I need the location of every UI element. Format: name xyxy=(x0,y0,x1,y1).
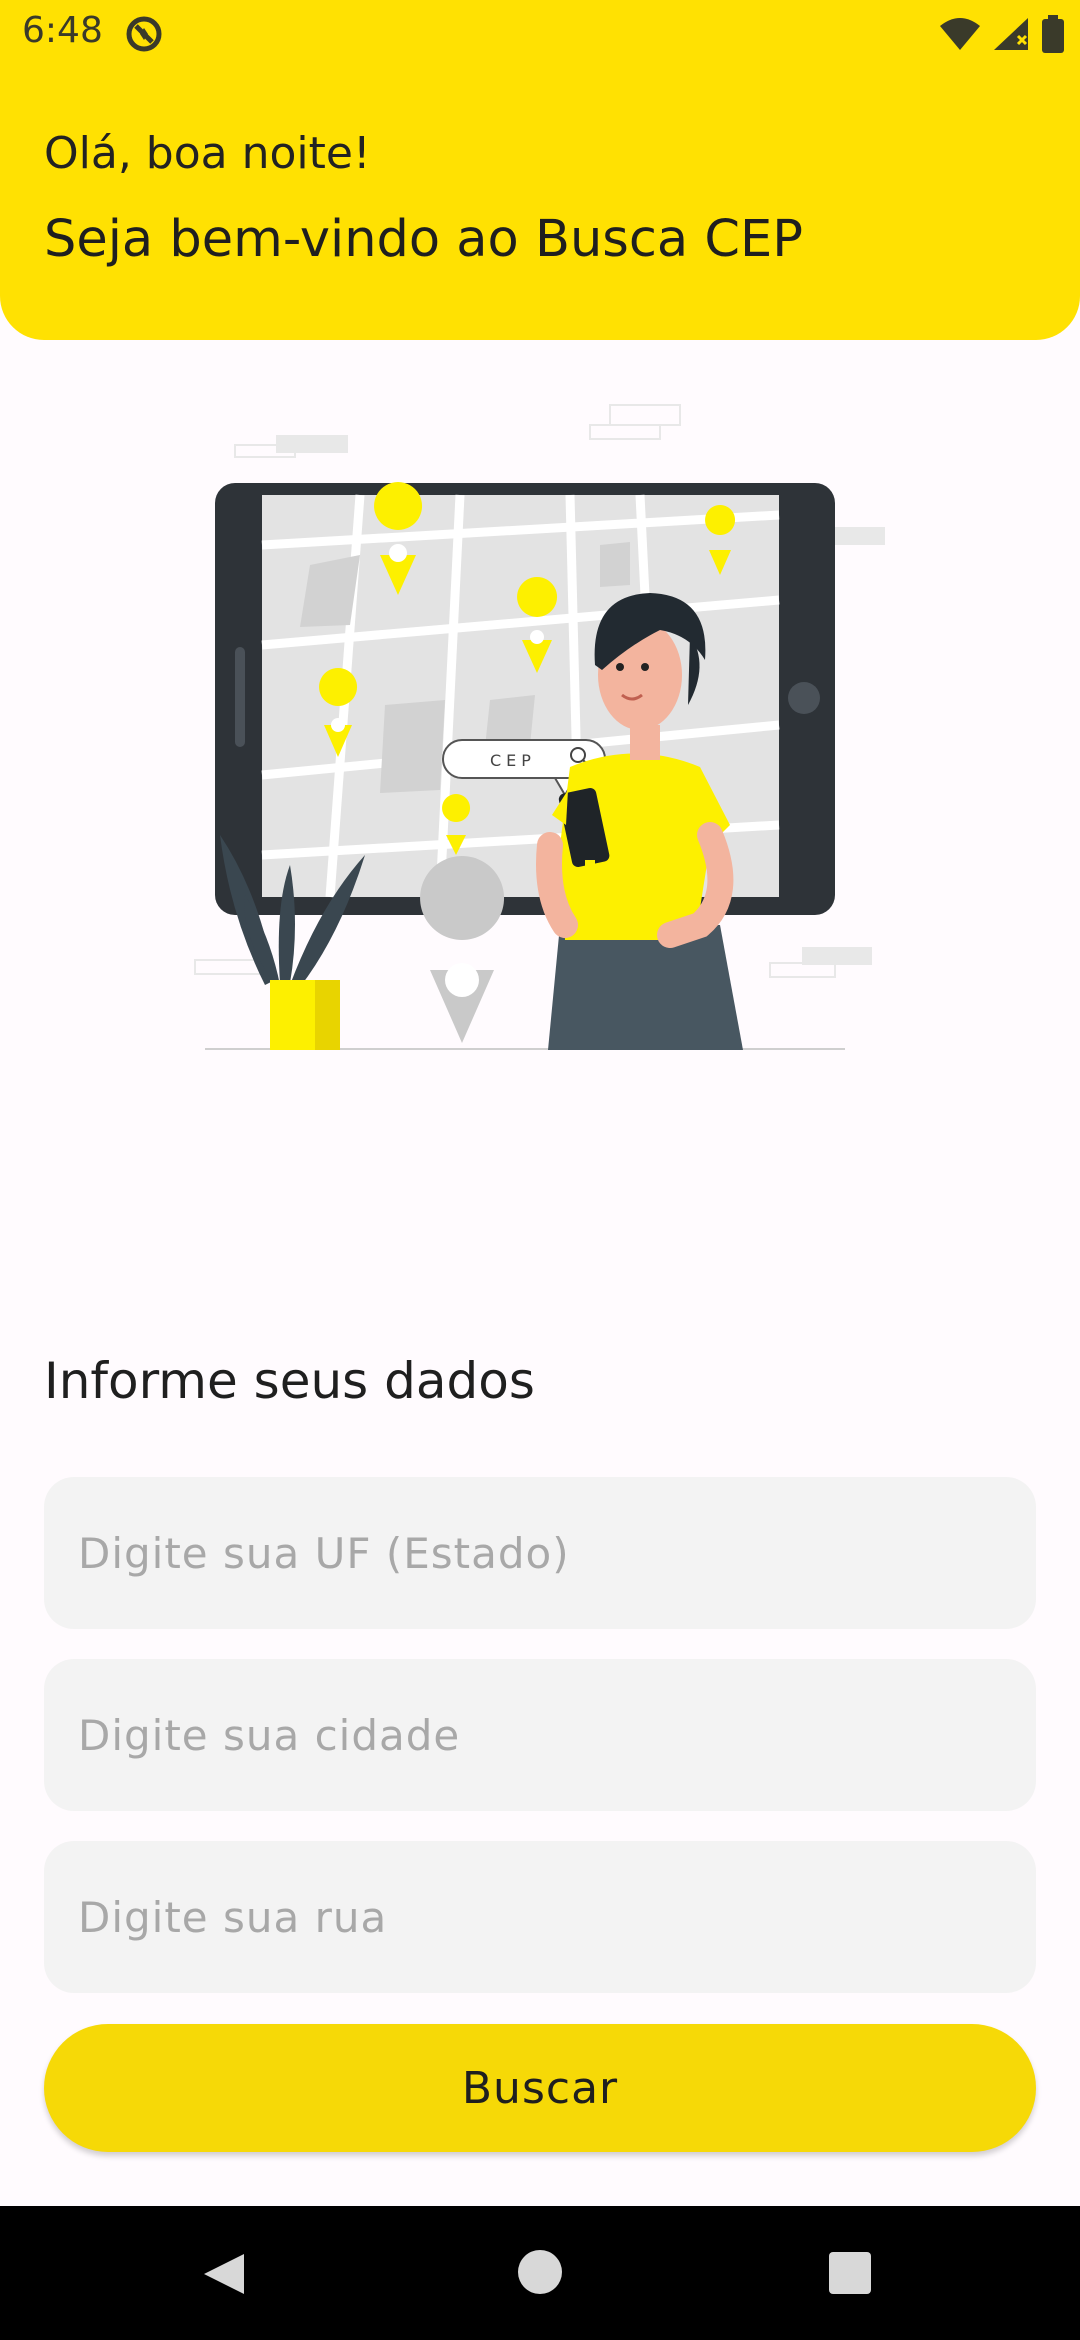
cep-bubble-text: CEP xyxy=(490,751,536,770)
header: 6:48 Olá, boa noite! Seja bem-vindo ao B… xyxy=(0,0,1080,340)
battery-icon xyxy=(1042,15,1064,53)
home-icon[interactable] xyxy=(518,2250,562,2294)
uf-input[interactable] xyxy=(44,1477,1036,1629)
map-tablet-person-illustration: CEP xyxy=(194,404,885,1050)
back-icon[interactable] xyxy=(200,2250,248,2298)
status-time: 6:48 xyxy=(22,10,103,51)
navigation-bar xyxy=(0,2206,1080,2340)
form-title: Informe seus dados xyxy=(44,1352,535,1410)
wifi-icon xyxy=(940,18,980,50)
street-input[interactable] xyxy=(44,1841,1036,1993)
greeting-text: Olá, boa noite! xyxy=(44,128,371,179)
signal-icon xyxy=(994,18,1028,50)
search-button[interactable]: Buscar xyxy=(44,2024,1036,2152)
city-input[interactable] xyxy=(44,1659,1036,1811)
recent-apps-icon[interactable] xyxy=(829,2252,871,2294)
status-bar: 6:48 xyxy=(0,0,1080,66)
app-notification-icon xyxy=(126,16,162,52)
status-icons xyxy=(938,14,1064,54)
welcome-title: Seja bem-vindo ao Busca CEP xyxy=(44,210,803,269)
